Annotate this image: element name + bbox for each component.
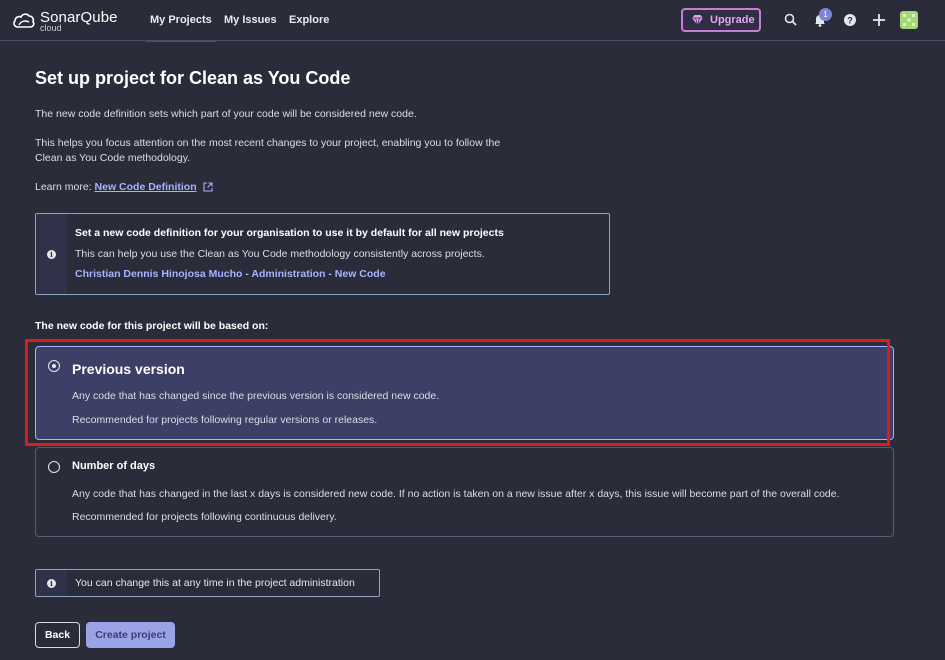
- info-body: This can help you use the Clean as You C…: [75, 248, 485, 260]
- radio-previous-version[interactable]: [48, 360, 60, 372]
- create-project-button[interactable]: Create project: [86, 622, 175, 648]
- option-title: Number of days: [72, 460, 156, 472]
- organisation-new-code-link[interactable]: Christian Dennis Hinojosa Mucho - Admini…: [75, 268, 386, 280]
- avatar-pattern-icon: [903, 14, 915, 26]
- option-recommendation: Recommended for projects following conti…: [72, 511, 337, 523]
- svg-text:?: ?: [847, 16, 853, 26]
- organisation-info-box: i Set a new code definition for your org…: [35, 213, 610, 295]
- gem-icon: [692, 15, 703, 26]
- notification-badge: 1: [819, 8, 832, 21]
- external-link-icon[interactable]: [203, 182, 213, 192]
- learn-more: Learn more: New Code Definition: [35, 181, 213, 193]
- upgrade-button[interactable]: Upgrade: [681, 8, 761, 32]
- based-on-label: The new code for this project will be ba…: [35, 320, 269, 332]
- info-heading: Set a new code definition for your organ…: [75, 227, 504, 239]
- intro-text-2: This helps you focus attention on the mo…: [35, 137, 501, 164]
- nav-my-issues[interactable]: My Issues: [224, 14, 277, 26]
- intro-text-1: The new code definition sets which part …: [35, 108, 417, 120]
- sonarqube-cloud-icon: [13, 13, 35, 28]
- brand-sub: cloud: [40, 23, 62, 33]
- admin-note-text: You can change this at any time in the p…: [75, 577, 355, 589]
- nav-explore[interactable]: Explore: [289, 14, 329, 26]
- back-button[interactable]: Back: [35, 622, 80, 648]
- plus-icon[interactable]: [871, 12, 887, 28]
- info-stripe: i: [36, 214, 67, 294]
- info-stripe: i: [36, 570, 67, 596]
- option-desc: Any code that has changed since the prev…: [72, 390, 440, 402]
- option-previous-version[interactable]: Previous version Any code that has chang…: [35, 346, 894, 440]
- new-code-definition-link[interactable]: New Code Definition: [95, 181, 197, 193]
- option-desc: Any code that has changed in the last x …: [72, 488, 840, 500]
- radio-number-of-days[interactable]: [48, 461, 60, 473]
- user-avatar[interactable]: [900, 11, 918, 29]
- search-icon[interactable]: [783, 12, 799, 28]
- learn-more-label: Learn more:: [35, 181, 92, 193]
- sonarqube-logo[interactable]: SonarQube cloud: [12, 9, 122, 33]
- admin-note-box: i You can change this at any time in the…: [35, 569, 380, 597]
- option-number-of-days[interactable]: Number of days Any code that has changed…: [35, 447, 894, 537]
- option-recommendation: Recommended for projects following regul…: [72, 414, 378, 426]
- option-title: Previous version: [72, 361, 185, 377]
- info-icon: i: [47, 250, 56, 259]
- upgrade-label: Upgrade: [710, 14, 755, 26]
- help-icon[interactable]: ?: [842, 12, 858, 28]
- top-navigation: SonarQube cloud My Projects My Issues Ex…: [0, 0, 945, 42]
- info-icon: i: [47, 579, 56, 588]
- page-title: Set up project for Clean as You Code: [35, 68, 351, 88]
- nav-my-projects[interactable]: My Projects: [146, 14, 216, 42]
